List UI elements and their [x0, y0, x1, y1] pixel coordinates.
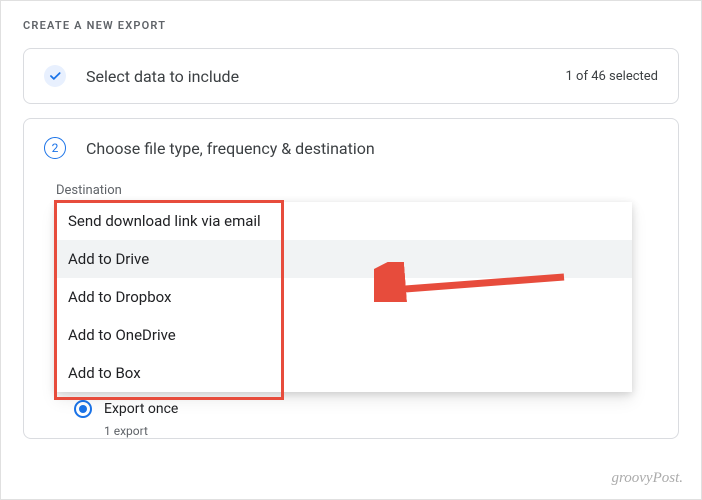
step-2-header: 2 Choose file type, frequency & destinat…	[44, 137, 658, 159]
destination-dropdown[interactable]: Send download link via email Add to Driv…	[56, 202, 632, 392]
frequency-sublabel: 1 export	[104, 424, 646, 438]
destination-label: Destination	[56, 183, 646, 198]
option-add-to-dropbox[interactable]: Add to Dropbox	[56, 278, 632, 316]
checkmark-icon	[44, 65, 66, 87]
option-add-to-box[interactable]: Add to Box	[56, 354, 632, 392]
page-title: CREATE A NEW EXPORT	[23, 19, 679, 32]
frequency-label: Export once	[104, 401, 178, 417]
step-1-card[interactable]: Select data to include 1 of 46 selected	[23, 48, 679, 104]
selection-count: 1 of 46 selected	[566, 69, 658, 84]
option-send-email[interactable]: Send download link via email	[56, 202, 632, 240]
frequency-radio-export-once[interactable]: Export once	[74, 400, 646, 418]
step-2-card: 2 Choose file type, frequency & destinat…	[23, 118, 679, 439]
step-1-title: Select data to include	[86, 67, 566, 86]
step-2-number-icon: 2	[44, 137, 66, 159]
watermark: groovyPost.	[611, 470, 683, 487]
radio-selected-icon	[74, 400, 92, 418]
option-add-to-onedrive[interactable]: Add to OneDrive	[56, 316, 632, 354]
step-2-title: Choose file type, frequency & destinatio…	[86, 139, 658, 158]
option-add-to-drive[interactable]: Add to Drive	[56, 240, 632, 278]
destination-options-list: Send download link via email Add to Driv…	[56, 202, 632, 392]
